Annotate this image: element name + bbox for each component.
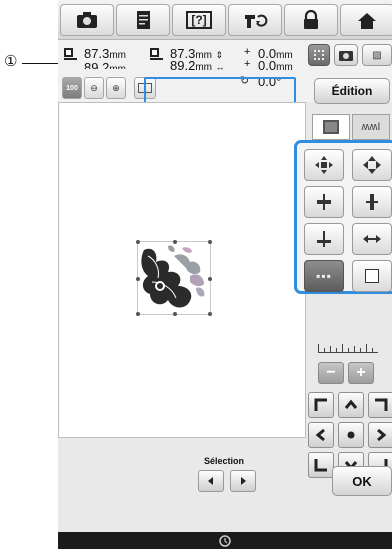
chevron-right-icon (377, 428, 387, 442)
zoom-100-button[interactable]: 100 (62, 77, 82, 99)
edit-tab-icon (323, 120, 339, 134)
move-vertical-number: 0.0 (258, 58, 277, 73)
align-horizontal-icon (317, 194, 331, 210)
square-icon (365, 269, 379, 283)
callout-marker: ① (4, 52, 18, 70)
camera-icon (77, 12, 97, 28)
pattern-frame[interactable] (136, 240, 212, 316)
right-height-value: 89.2mm ↔ (170, 58, 225, 73)
bottom-status-bar (58, 532, 392, 549)
home-icon (304, 9, 318, 29)
tab-edit[interactable] (312, 114, 350, 140)
zoom-level: 100 (66, 84, 78, 92)
home-settings-button[interactable] (340, 4, 392, 36)
home-settings-icon (358, 13, 376, 29)
horizontal-size-icon: ↔ (215, 62, 225, 72)
capture-button[interactable] (334, 44, 358, 66)
zoom-in-icon: ⊕ (112, 82, 120, 93)
align-bottom-button[interactable] (304, 223, 344, 255)
move-up-right-button[interactable] (368, 392, 392, 418)
align-vertical-button[interactable] (352, 186, 392, 218)
move-up-left-button[interactable] (308, 392, 334, 418)
move-vertical-unit: mm (276, 62, 293, 73)
left-height-number: 89.2 (84, 60, 110, 75)
flip-horizontal-icon (363, 235, 381, 243)
right-height-unit: mm (195, 62, 212, 73)
sewing-machine-icon (245, 14, 268, 28)
stitch-tab-icon: ʍʍI (361, 121, 381, 133)
ruler-icon (318, 344, 378, 353)
move-right-button[interactable] (368, 422, 392, 448)
triangle-left-icon (208, 477, 213, 485)
right-height-number: 89.2 (170, 58, 196, 73)
center-dot-icon (347, 431, 355, 439)
density-button[interactable]: ▪▪▪ (304, 260, 344, 292)
move-down-left-button[interactable] (308, 452, 334, 478)
help-button[interactable]: [?] (172, 4, 226, 36)
callout-line (22, 63, 58, 64)
capture-icon (339, 51, 353, 61)
outline-button[interactable] (352, 260, 392, 292)
help-icon: [?] (186, 11, 212, 29)
embroidery-size-icon (64, 48, 77, 60)
move-align-panel: ▪▪▪ (294, 140, 392, 294)
left-width-value: 87.3mm (84, 46, 126, 61)
increase-button[interactable]: + (348, 362, 374, 384)
edit-button[interactable]: Édition (314, 78, 390, 104)
center-align-button[interactable] (304, 149, 344, 181)
move-center-icon (315, 156, 333, 174)
zoom-out-button[interactable]: ⊖ (84, 77, 104, 99)
left-width-number: 87.3 (84, 46, 110, 61)
stitch-preview-button[interactable]: ▨ (362, 44, 392, 66)
move-up-button[interactable] (338, 392, 364, 418)
grid-icon (314, 50, 324, 60)
lace-embroidery-pattern (141, 245, 205, 308)
decrease-button[interactable]: − (318, 362, 344, 384)
left-width-unit: mm (109, 50, 126, 61)
move-button[interactable] (352, 149, 392, 181)
left-height-value: 89.2mm (84, 60, 126, 75)
move-vertical-value: 0.0mm (258, 58, 293, 73)
selection-label: Sélection (204, 456, 245, 466)
ok-button[interactable]: OK (332, 466, 392, 496)
camera-button[interactable] (60, 4, 114, 36)
top-toolbar: [?] (58, 0, 392, 40)
corner-up-right-icon (375, 398, 388, 411)
embroidery-edit-screen: [?] 87.3mm 89.2mm 87.3mm ⇕ 89.2mm ↔ + + … (58, 0, 392, 549)
move-vertical-plus: + (244, 58, 251, 70)
selection-next-button[interactable] (230, 470, 256, 492)
color-view-button[interactable] (308, 44, 330, 66)
stitch-preview-icon: ▨ (372, 49, 382, 61)
embroidery-canvas[interactable] (58, 102, 306, 438)
corner-up-left-icon (314, 398, 327, 411)
zoom-in-button[interactable]: ⊕ (106, 77, 126, 99)
triangle-right-icon (241, 477, 246, 485)
plus-icon: + (356, 364, 366, 381)
panel-tabs: ʍʍI (312, 114, 392, 140)
corner-down-left-icon (314, 459, 327, 472)
flip-horizontal-button[interactable] (352, 223, 392, 255)
memo-button[interactable] (116, 4, 170, 36)
chevron-up-icon (344, 399, 358, 409)
size-adjust-area: − + (314, 300, 392, 384)
chevron-left-icon (315, 428, 325, 442)
left-height-unit: mm (109, 64, 126, 75)
selection-prev-button[interactable] (198, 470, 224, 492)
clock-icon (219, 534, 231, 547)
memo-icon (137, 11, 150, 29)
align-vertical-icon (366, 194, 378, 210)
lock-button[interactable] (284, 4, 338, 36)
minus-icon: − (326, 364, 336, 381)
move-left-button[interactable] (308, 422, 334, 448)
tab-stitch[interactable]: ʍʍI (352, 114, 390, 140)
move-arrows-icon (363, 156, 381, 174)
align-bottom-icon (317, 231, 331, 247)
dots-icon: ▪▪▪ (316, 269, 332, 283)
move-horizontal-plus: + (244, 46, 251, 58)
pattern-size-icon (150, 48, 163, 60)
zoom-out-icon: ⊖ (90, 82, 98, 93)
center-button[interactable] (338, 422, 364, 448)
align-horizontal-button[interactable] (304, 186, 344, 218)
sewing-machine-button[interactable] (228, 4, 282, 36)
